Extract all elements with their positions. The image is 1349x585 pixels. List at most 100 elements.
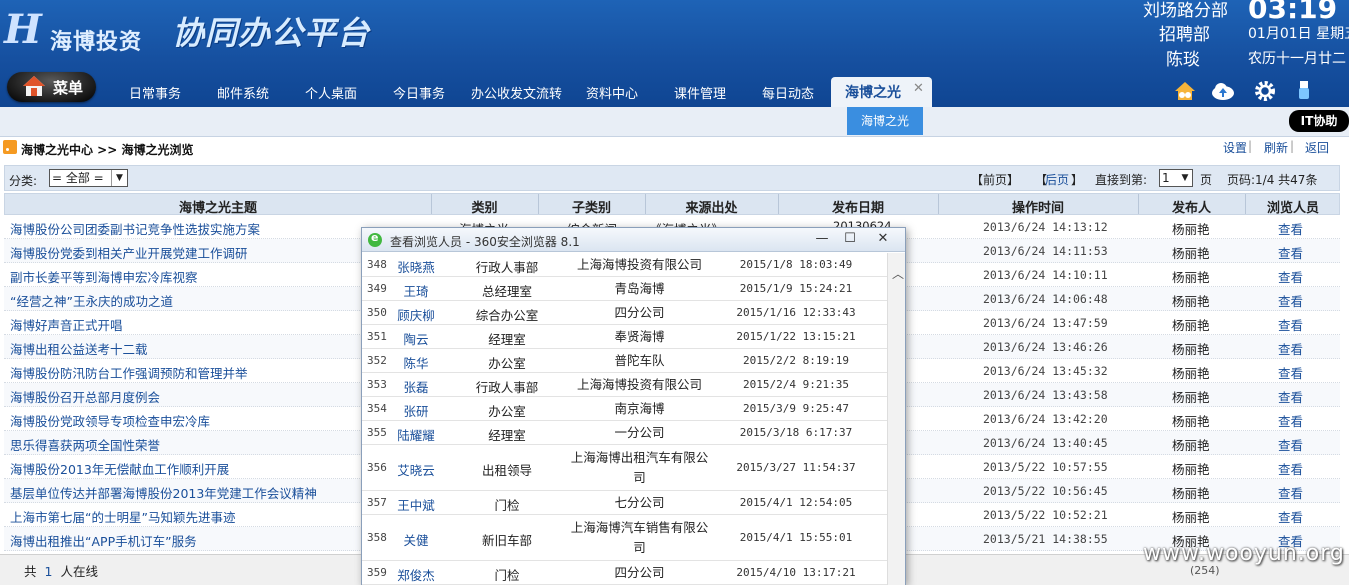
chevron-down-icon: ▼ [1181, 173, 1189, 183]
view-viewers-link[interactable]: 查看 [1278, 507, 1303, 526]
view-viewers-link[interactable]: 查看 [1278, 243, 1303, 262]
nav-item-daily[interactable]: 日常事务 [129, 83, 181, 102]
rss-icon [3, 140, 17, 154]
viewer-name[interactable]: 陆耀耀 [388, 425, 444, 444]
viewer-company: 奉贤海博 [614, 329, 665, 344]
col-publisher: 发布人 [1171, 201, 1211, 216]
viewers-popup-window[interactable]: 查看浏览人员 - 360安全浏览器 8.1 — ☐ ✕ 348张晓燕行政人事部上… [361, 227, 906, 585]
next-page-link[interactable]: 后页 [1045, 171, 1069, 188]
view-viewers-link[interactable]: 查看 [1278, 435, 1303, 454]
watermark: www.wooyun.org [1143, 541, 1345, 566]
viewer-name[interactable]: 关健 [388, 530, 444, 549]
settings-link[interactable]: 设置 [1223, 139, 1247, 156]
nav-item-courseware[interactable]: 课件管理 [674, 83, 726, 102]
row-title-link[interactable]: 思乐得喜获两项全国性荣誉 [10, 435, 160, 454]
viewer-name[interactable]: 顾庆柳 [388, 305, 444, 324]
app-header: H 海博投资 协同办公平台 刘场路分部 招聘部 陈琰 03:19 01月01日 … [0, 0, 1349, 107]
category-label: 分类: [9, 174, 38, 188]
home-people-icon[interactable] [1173, 80, 1197, 102]
gear-icon[interactable] [1253, 80, 1277, 102]
viewer-index: 349 [367, 282, 387, 295]
popup-scrollbar[interactable]: ︿ [887, 253, 905, 585]
row-title-link[interactable]: 海博出租公益送考十二载 [10, 339, 148, 358]
row-title-link[interactable]: 海博股份2013年无偿献血工作顺利开展 [10, 459, 229, 478]
back-link[interactable]: 返回 [1305, 139, 1329, 156]
row-title-link[interactable]: 海博股份党政领导专项检查申宏冷库 [10, 411, 210, 430]
viewer-name[interactable]: 郑俊杰 [388, 565, 444, 584]
usb-icon[interactable] [1292, 80, 1316, 102]
view-viewers-link[interactable]: 查看 [1278, 363, 1303, 382]
close-icon[interactable]: ✕ [913, 81, 924, 96]
view-viewers-link[interactable]: 查看 [1278, 291, 1303, 310]
online-count[interactable]: 1 [45, 564, 53, 579]
filter-bar: 分类: = 全部 = ▼ 【前页】 【 后页 】 直接到第: 1 ▼ 页 页码:… [4, 165, 1340, 191]
viewer-time: 2015/1/9 15:24:21 [739, 282, 853, 295]
viewer-name[interactable]: 王中斌 [388, 495, 444, 514]
minimize-button[interactable]: — [810, 230, 834, 248]
viewers-list: 348 张晓燕 行政人事部 上海海博投资有限公司 2015/1/8 18:03:49 34… [362, 253, 887, 585]
row-title-link[interactable]: 海博出租推出“APP手机订车”服务 [10, 531, 197, 550]
lunar-date-text: 农历十一月廿二 [1248, 51, 1346, 67]
row-title-link[interactable]: 上海市第七届“的士明星”马知颖先进事迹 [10, 507, 235, 526]
row-title-link[interactable]: 海博股份党委到相关产业开展党建工作调研 [10, 243, 248, 262]
list-item: 353 张磊 行政人事部 上海海博投资有限公司 2015/2/4 9:21:35 [362, 373, 887, 397]
nav-item-today[interactable]: 今日事务 [393, 83, 445, 102]
viewer-time: 2015/3/9 9:25:47 [743, 402, 849, 415]
view-viewers-link[interactable]: 查看 [1278, 411, 1303, 430]
viewer-name[interactable]: 艾晓云 [388, 460, 444, 479]
menu-button[interactable]: 菜单 [7, 72, 96, 102]
row-title-link[interactable]: 海博好声音正式开唱 [10, 315, 123, 334]
category-select[interactable]: = 全部 = ▼ [49, 169, 128, 187]
row-title-link[interactable]: 海博股份公司团委副书记竞争性选拔实施方案 [10, 219, 260, 238]
list-item: 359 郑俊杰 门检 四分公司 2015/4/10 13:17:21 [362, 561, 887, 585]
nav-item-mail[interactable]: 邮件系统 [217, 83, 269, 102]
row-op-time: 2013/6/24 13:45:32 [983, 364, 1108, 378]
view-viewers-link[interactable]: 查看 [1278, 387, 1303, 406]
close-button[interactable]: ✕ [871, 230, 895, 248]
nav-item-resources[interactable]: 资料中心 [586, 83, 638, 102]
viewer-name[interactable]: 王琦 [388, 281, 444, 300]
viewer-name[interactable]: 陈华 [388, 353, 444, 372]
row-publisher: 杨丽艳 [1172, 510, 1210, 525]
viewer-department: 经理室 [488, 332, 526, 347]
view-viewers-link[interactable]: 查看 [1278, 267, 1303, 286]
view-viewers-link[interactable]: 查看 [1278, 339, 1303, 358]
view-viewers-link[interactable]: 查看 [1278, 483, 1303, 502]
view-viewers-link[interactable]: 查看 [1278, 315, 1303, 334]
maximize-button[interactable]: ☐ [838, 230, 862, 248]
page-select[interactable]: 1 ▼ [1159, 169, 1193, 187]
view-viewers-link[interactable]: 查看 [1278, 219, 1303, 238]
nav-tab-active[interactable]: 海博之光 ✕ [831, 77, 932, 107]
row-title-link[interactable]: 海博股份召开总部月度例会 [10, 387, 160, 406]
it-help-button[interactable]: IT协助 [1289, 110, 1349, 132]
viewer-name[interactable]: 陶云 [388, 329, 444, 348]
popup-titlebar[interactable]: 查看浏览人员 - 360安全浏览器 8.1 — ☐ ✕ [362, 228, 905, 252]
row-title-link[interactable]: 海博股份防汛防台工作强调预防和管理并举 [10, 363, 248, 382]
list-item: 358 关健 新旧车部 上海海博汽车销售有限公司 2015/4/1 15:55:01 [362, 515, 887, 561]
sub-tab-active[interactable]: 海博之光 [847, 107, 923, 135]
row-publisher: 杨丽艳 [1172, 270, 1210, 285]
logo-company-name: 海博投资 [50, 30, 143, 55]
row-title-link[interactable]: “经营之神”王永庆的成功之道 [10, 291, 173, 310]
row-publisher: 杨丽艳 [1172, 414, 1210, 429]
nav-item-documents[interactable]: 办公收发文流转 [471, 83, 562, 102]
menu-label: 菜单 [53, 79, 84, 97]
viewer-time: 2015/2/4 9:21:35 [743, 378, 849, 391]
view-viewers-link[interactable]: 查看 [1278, 459, 1303, 478]
viewer-department: 办公室 [488, 356, 526, 371]
chevron-up-icon[interactable]: ︿ [892, 265, 904, 282]
viewer-name[interactable]: 张晓燕 [388, 257, 444, 276]
viewer-department: 门检 [494, 568, 520, 583]
viewer-name[interactable]: 张磊 [388, 377, 444, 396]
prev-page-link[interactable]: 【前页】 [971, 171, 1019, 188]
viewer-index: 354 [367, 402, 387, 415]
row-title-link[interactable]: 副市长姜平等到海博申宏冷库视察 [10, 267, 198, 286]
nav-item-desktop[interactable]: 个人桌面 [305, 83, 357, 102]
viewer-name[interactable]: 张研 [388, 401, 444, 420]
refresh-link[interactable]: 刷新 [1264, 139, 1288, 156]
col-category: 类别 [471, 201, 498, 216]
row-title-link[interactable]: 基层单位传达并部署海博股份2013年党建工作会议精神 [10, 483, 317, 502]
nav-item-news[interactable]: 每日动态 [762, 83, 814, 102]
viewer-company: 上海海博投资有限公司 [576, 257, 702, 272]
cloud-upload-icon[interactable] [1211, 80, 1235, 102]
